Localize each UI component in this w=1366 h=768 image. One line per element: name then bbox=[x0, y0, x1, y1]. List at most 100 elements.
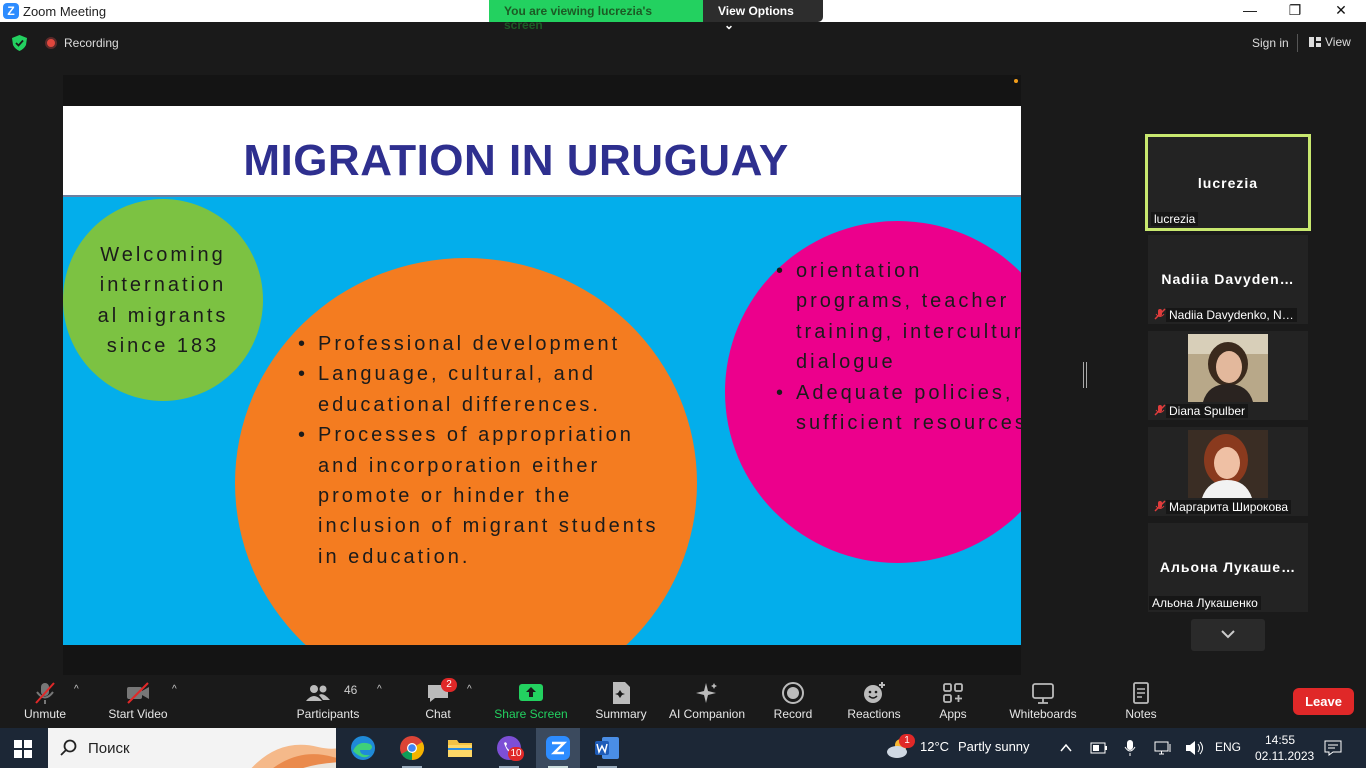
chrome-browser-icon bbox=[400, 736, 425, 760]
orange-bullet-list: Professional development Language, cultu… bbox=[298, 329, 668, 572]
taskbar-word[interactable] bbox=[585, 728, 629, 768]
participant-tile-lucrezia[interactable]: lucrezia lucrezia bbox=[1145, 134, 1311, 231]
apps-button[interactable]: Apps bbox=[930, 675, 976, 728]
audio-options-caret[interactable]: ^ bbox=[74, 684, 79, 695]
video-options-caret[interactable]: ^ bbox=[172, 684, 177, 695]
notes-label: Notes bbox=[1125, 707, 1157, 721]
orange-bullet: Language, cultural, and educational diff… bbox=[298, 359, 668, 420]
taskbar-edge[interactable] bbox=[341, 728, 385, 768]
participant-name-label: Nadiia Davydenko, N… bbox=[1166, 308, 1297, 322]
panel-resize-handle[interactable] bbox=[1083, 362, 1087, 388]
system-clock[interactable]: 14:55 02.11.2023 bbox=[1255, 732, 1315, 764]
green-text-line: Welcoming bbox=[100, 244, 226, 266]
battery-icon[interactable] bbox=[1090, 742, 1108, 754]
participant-video-thumbnail bbox=[1188, 334, 1268, 402]
participants-options-caret[interactable]: ^ bbox=[377, 684, 382, 695]
participants-count: 46 bbox=[344, 683, 358, 697]
taskbar-file-explorer[interactable] bbox=[438, 728, 482, 768]
maximize-button[interactable]: ❐ bbox=[1283, 2, 1307, 19]
notes-button[interactable]: Notes bbox=[1118, 675, 1164, 728]
chat-unread-badge: 2 bbox=[441, 678, 457, 692]
search-placeholder: Поиск bbox=[88, 740, 130, 757]
sharing-indicator-icon bbox=[1014, 79, 1018, 83]
view-options-button[interactable]: View Options ⌄ bbox=[703, 0, 823, 32]
share-screen-label: Share Screen bbox=[494, 707, 568, 721]
minimize-button[interactable]: — bbox=[1238, 2, 1262, 18]
view-button[interactable]: View bbox=[1309, 35, 1351, 49]
participant-tile-diana[interactable]: Diana Spulber bbox=[1148, 331, 1308, 420]
viber-notification-badge: 10 bbox=[508, 747, 524, 761]
green-text-line: internation bbox=[99, 274, 227, 297]
ai-companion-button[interactable]: AI Companion bbox=[666, 675, 748, 728]
record-label: Record bbox=[773, 707, 813, 721]
presentation-slide: MIGRATION IN URUGUAY Welcoming internati… bbox=[63, 106, 1021, 645]
weather-description[interactable]: Partly sunny bbox=[958, 739, 1030, 754]
participant-tile-margarita[interactable]: Маргарита Широкова bbox=[1148, 427, 1308, 516]
share-screen-button[interactable]: Share Screen bbox=[494, 675, 568, 728]
summary-label: Summary bbox=[595, 707, 647, 721]
start-video-button[interactable]: Start Video bbox=[104, 675, 172, 728]
pink-bullet: Adequate policies, sufficient resources. bbox=[776, 378, 1021, 439]
orange-bullet: Professional development bbox=[298, 329, 668, 360]
participants-icon bbox=[306, 685, 330, 701]
edge-browser-icon bbox=[351, 736, 375, 760]
chat-options-caret[interactable]: ^ bbox=[467, 684, 472, 695]
viewing-screen-message: You are viewing lucrezia's screen bbox=[489, 0, 703, 32]
windows-start-icon[interactable] bbox=[14, 740, 32, 758]
apps-icon bbox=[943, 683, 963, 703]
unmute-button[interactable]: Unmute bbox=[14, 675, 76, 728]
meeting-toolbar: Unmute ^ Start Video ^ 46 Participants ^… bbox=[0, 675, 1366, 728]
participant-name-label: Diana Spulber bbox=[1166, 404, 1249, 418]
summary-button[interactable]: Summary bbox=[590, 675, 652, 728]
start-video-label: Start Video bbox=[108, 707, 168, 721]
participants-button[interactable]: 46 Participants bbox=[294, 675, 362, 728]
record-icon bbox=[782, 682, 804, 704]
participants-label: Participants bbox=[296, 707, 360, 721]
close-button[interactable]: ✕ bbox=[1329, 2, 1353, 19]
weather-temperature[interactable]: 12°C bbox=[920, 739, 949, 754]
grid-view-icon bbox=[1309, 37, 1321, 47]
clock-date: 02.11.2023 bbox=[1255, 749, 1315, 763]
leave-meeting-button[interactable]: Leave bbox=[1293, 688, 1354, 715]
pink-bullet: orientation programs, teacher training, … bbox=[776, 256, 1021, 378]
record-button[interactable]: Record bbox=[768, 675, 818, 728]
input-language-indicator[interactable]: ENG bbox=[1215, 740, 1241, 754]
reactions-button[interactable]: Reactions bbox=[843, 675, 905, 728]
apps-label: Apps bbox=[939, 707, 967, 721]
taskbar-chrome[interactable] bbox=[390, 728, 434, 768]
sign-in-link[interactable]: Sign in bbox=[1252, 36, 1289, 50]
volume-icon[interactable] bbox=[1185, 740, 1205, 756]
video-off-icon bbox=[127, 682, 149, 704]
whiteboards-button[interactable]: Whiteboards bbox=[1004, 675, 1082, 728]
network-icon[interactable] bbox=[1154, 740, 1174, 756]
ai-companion-label: AI Companion bbox=[668, 707, 746, 721]
screen-share-banner: You are viewing lucrezia's screen View O… bbox=[489, 0, 823, 32]
recording-label[interactable]: Recording bbox=[64, 36, 119, 50]
participant-name-label: lucrezia bbox=[1151, 212, 1199, 226]
microphone-icon[interactable] bbox=[1124, 739, 1136, 757]
notifications-icon[interactable] bbox=[1324, 740, 1342, 756]
taskbar-viber[interactable]: 10 bbox=[487, 728, 531, 768]
whiteboards-label: Whiteboards bbox=[1009, 707, 1077, 721]
word-icon bbox=[595, 737, 619, 759]
taskbar-search-box[interactable]: Поиск bbox=[48, 728, 336, 768]
zoom-logo-icon: Z bbox=[3, 3, 19, 19]
orange-bullet: Processes of appropriation and incorpora… bbox=[298, 420, 668, 572]
participant-tile-nadiia[interactable]: Nadiia Davyden… Nadiia Davydenko, N… bbox=[1148, 235, 1308, 324]
chat-label: Chat bbox=[425, 707, 451, 721]
green-text-line: since 183 bbox=[106, 335, 220, 358]
summary-document-icon bbox=[613, 682, 630, 704]
slide-title: MIGRATION IN URUGUAY bbox=[243, 136, 789, 185]
scroll-participants-down-button[interactable] bbox=[1191, 619, 1265, 651]
mic-muted-icon bbox=[1154, 500, 1166, 512]
chevron-down-icon: ⌄ bbox=[724, 18, 735, 32]
unmute-label: Unmute bbox=[23, 707, 67, 721]
share-screen-icon bbox=[519, 684, 543, 701]
participant-display-name: Nadiia Davyden… bbox=[1161, 271, 1295, 287]
chevron-up-icon[interactable] bbox=[1060, 744, 1072, 752]
pink-bullet-list: orientation programs, teacher training, … bbox=[776, 256, 1021, 438]
taskbar-zoom[interactable] bbox=[536, 728, 580, 768]
security-shield-icon[interactable] bbox=[12, 35, 27, 51]
chat-button[interactable]: 2 Chat bbox=[415, 675, 461, 728]
participant-tile-alona[interactable]: Альона Лукаше… Альона Лукашенко bbox=[1148, 523, 1308, 612]
